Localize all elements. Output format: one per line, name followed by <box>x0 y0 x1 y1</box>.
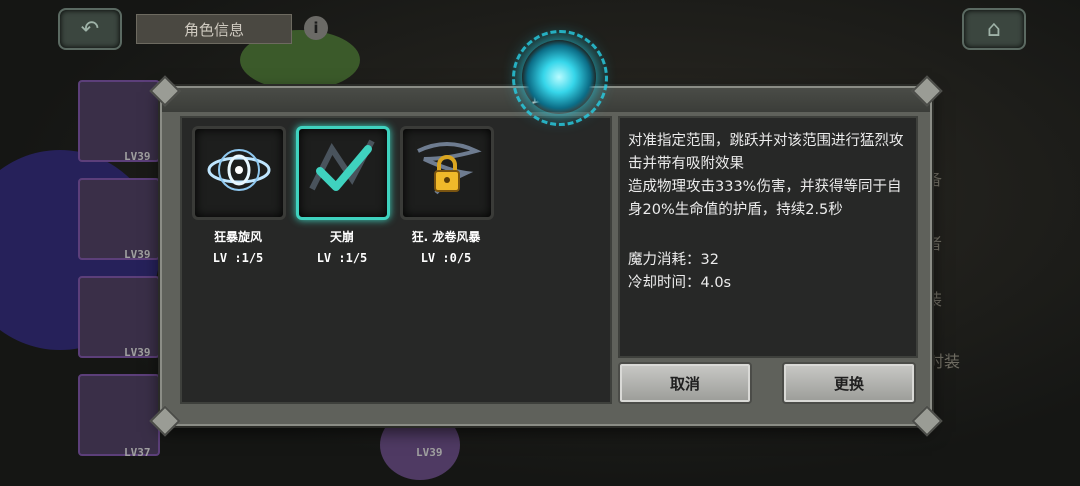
home-icon: ⌂ <box>987 16 1001 42</box>
character-level: LV39 <box>124 248 151 261</box>
skill-name: 狂暴旋风 <box>213 230 262 244</box>
cooldown: 冷却时间：4.0s <box>628 275 732 291</box>
character-card[interactable] <box>78 374 160 456</box>
back-button[interactable]: ↶ <box>58 8 122 50</box>
skill-orb-icon <box>522 40 596 114</box>
skill-description: 对准指定范围，跳跃并对该范围进行猛烈攻击并带有吸附效果 造成物理攻击333%伤害… <box>628 130 912 222</box>
tornado-icon <box>400 126 494 220</box>
skill-dialog: 狂暴旋风 LV :1/5 天崩 LV :1/5 狂. 龙卷风暴 LV:0/5 … <box>149 75 943 437</box>
skill-level: LV :0/5 <box>420 251 472 265</box>
skill-name: 狂. 龙卷风暴 <box>411 230 481 244</box>
character-level: LV39 <box>416 446 443 459</box>
whirlwind-icon <box>192 126 286 220</box>
home-button[interactable]: ⌂ <box>962 8 1026 50</box>
skill-list-pane: 狂暴旋风 LV :1/5 天崩 LV :1/5 狂. 龙卷风暴 LV:0/5 <box>180 116 612 404</box>
skill-level: LV :1/5 <box>212 251 264 265</box>
page-title: 角色信息 <box>136 14 292 44</box>
skill-name: 天崩 <box>329 230 354 244</box>
lock-icon <box>434 155 460 192</box>
character-level: LV39 <box>124 150 151 163</box>
character-level: LV39 <box>124 346 151 359</box>
skill-icon <box>296 126 390 220</box>
skill-item-locked[interactable]: 狂. 龙卷风暴 LV :0/5 <box>400 126 494 265</box>
character-level: LV37 <box>124 446 151 459</box>
back-arrow-icon: ↶ <box>80 16 100 42</box>
mana-cost: 魔力消耗：32 <box>628 252 719 268</box>
skill-item[interactable]: 狂暴旋风 LV :1/5 <box>192 126 286 265</box>
replace-button[interactable]: 更换 <box>782 362 916 404</box>
skill-level: LV :1/5 <box>316 251 368 265</box>
cancel-button[interactable]: 取消 <box>618 362 752 404</box>
right-menu-fragment[interactable]: 时装 <box>928 348 968 372</box>
skill-detail-pane: 对准指定范围，跳跃并对该范围进行猛烈攻击并带有吸附效果 造成物理攻击333%伤害… <box>618 116 918 358</box>
skill-description-text: 对准指定范围，跳跃并对该范围进行猛烈攻击并带有吸附效果 <box>628 133 904 172</box>
skill-item-selected[interactable]: 天崩 LV :1/5 <box>296 126 390 265</box>
info-icon[interactable]: i <box>304 16 328 40</box>
skill-effect-text: 造成物理攻击333%伤害，并获得等同于自身20%生命值的护盾，持续2.5秒 <box>628 179 902 218</box>
